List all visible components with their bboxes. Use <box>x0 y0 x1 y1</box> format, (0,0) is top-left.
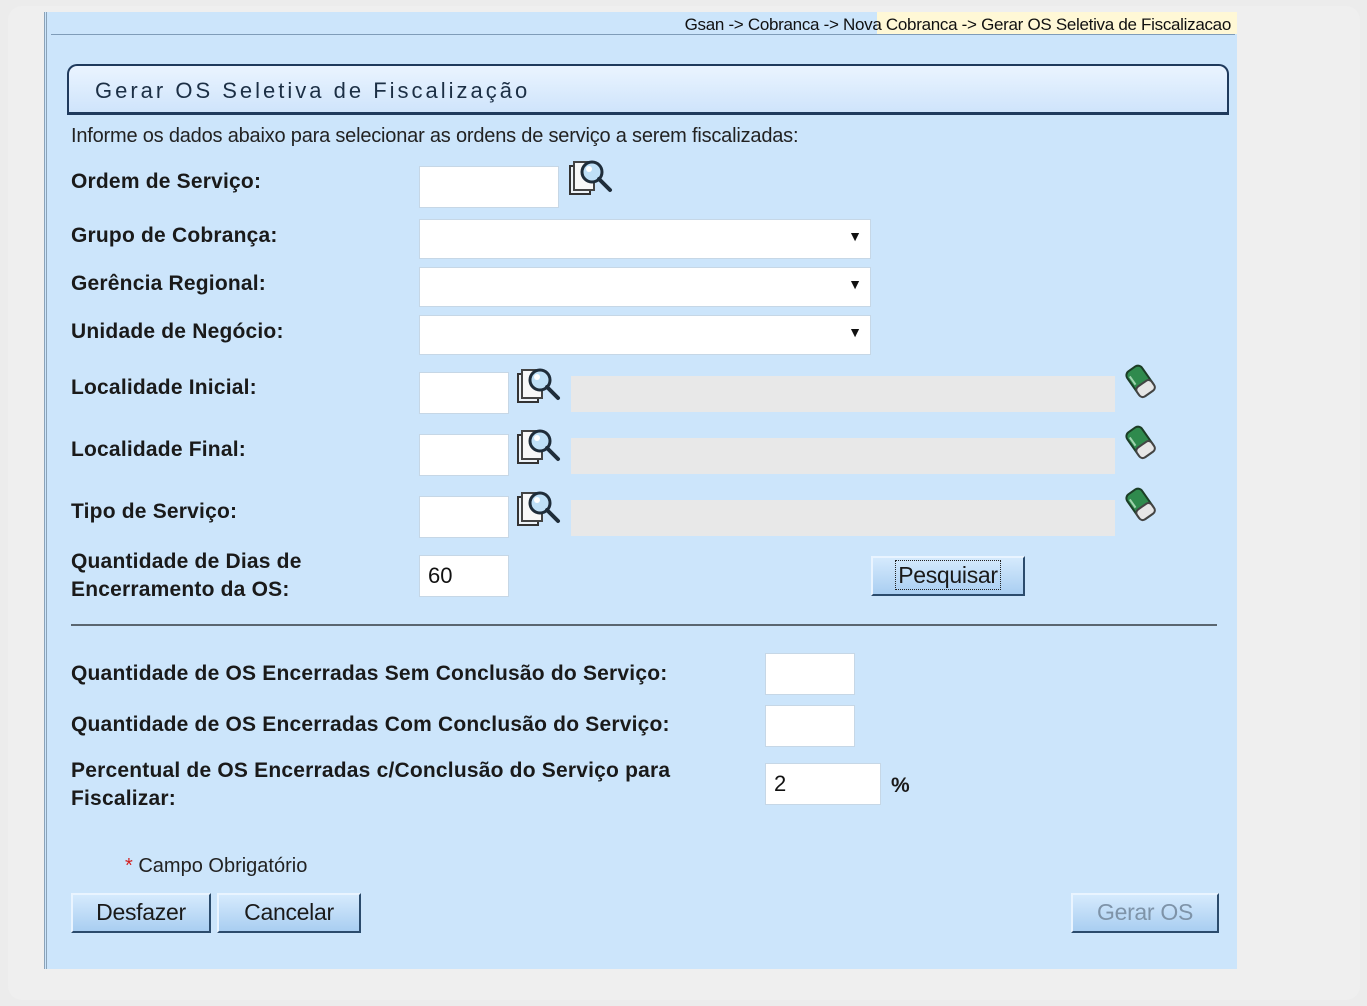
percentual-input[interactable]: 2 <box>765 763 881 805</box>
pesquisar-button[interactable]: Pesquisar <box>871 556 1025 596</box>
window-background: Gsan -> Cobranca -> Nova Cobranca -> Ger… <box>8 6 1360 1000</box>
localidade-final-eraser-icon[interactable] <box>1123 423 1159 463</box>
tipo-servico-search-icon[interactable] <box>515 485 561 531</box>
required-note: * Campo Obrigatório <box>125 855 307 878</box>
gerar-os-button[interactable]: Gerar OS <box>1071 893 1219 933</box>
chevron-down-icon: ▼ <box>848 276 862 292</box>
unidade-negocio-select[interactable]: ▼ <box>419 315 871 355</box>
gerencia-regional-label: Gerência Regional: <box>71 272 266 295</box>
percentual-label: Percentual de OS Encerradas c/Conclusão … <box>71 757 670 813</box>
percentual-label-line1: Percentual de OS Encerradas c/Conclusão … <box>71 759 671 782</box>
ordem-servico-search-icon[interactable] <box>567 154 613 200</box>
localidade-final-label: Localidade Final: <box>71 438 246 461</box>
localidade-inicial-eraser-icon[interactable] <box>1123 362 1159 402</box>
chevron-down-icon: ▼ <box>848 324 862 340</box>
tipo-servico-description <box>571 500 1115 536</box>
dias-encerramento-label: Quantidade de Dias de Encerramento da OS… <box>71 548 302 604</box>
qtd-com-conclusao-label: Quantidade de OS Encerradas Com Conclusã… <box>71 713 670 736</box>
dias-encerramento-label-line1: Quantidade de Dias de <box>71 550 302 573</box>
intro-text: Informe os dados abaixo para selecionar … <box>71 125 799 147</box>
localidade-inicial-input[interactable] <box>419 372 509 414</box>
tipo-servico-label: Tipo de Serviço: <box>71 500 238 523</box>
localidade-final-search-icon[interactable] <box>515 423 561 469</box>
cancelar-button[interactable]: Cancelar <box>217 893 361 933</box>
percent-unit: % <box>891 774 910 797</box>
ordem-servico-input[interactable] <box>419 166 559 208</box>
localidade-final-description <box>571 438 1115 474</box>
breadcrumb: Gsan -> Cobranca -> Nova Cobranca -> Ger… <box>684 15 1232 34</box>
grupo-cobranca-label: Grupo de Cobrança: <box>71 224 278 247</box>
pesquisar-button-label: Pesquisar <box>895 560 1001 590</box>
localidade-inicial-label: Localidade Inicial: <box>71 376 257 399</box>
percentual-label-line2: Fiscalizar: <box>71 787 176 810</box>
localidade-inicial-description <box>571 376 1115 412</box>
ordem-servico-label: Ordem de Serviço: <box>71 170 262 193</box>
localidade-inicial-search-icon[interactable] <box>515 362 561 408</box>
tipo-servico-input[interactable] <box>419 496 509 538</box>
required-note-text: Campo Obrigatório <box>132 855 308 877</box>
gerencia-regional-select[interactable]: ▼ <box>419 267 871 307</box>
section-divider <box>71 624 1217 626</box>
required-star: * <box>125 855 133 877</box>
desfazer-button[interactable]: Desfazer <box>71 893 211 933</box>
chevron-down-icon: ▼ <box>848 228 862 244</box>
qtd-sem-conclusao-label: Quantidade de OS Encerradas Sem Conclusã… <box>71 662 668 685</box>
localidade-final-input[interactable] <box>419 434 509 476</box>
form-title-tab: Gerar OS Seletiva de Fiscalização <box>67 64 1229 115</box>
qtd-sem-conclusao-input[interactable] <box>765 653 855 695</box>
breadcrumb-divider <box>51 34 1235 35</box>
unidade-negocio-label: Unidade de Negócio: <box>71 320 284 343</box>
grupo-cobranca-select[interactable]: ▼ <box>419 219 871 259</box>
tipo-servico-eraser-icon[interactable] <box>1123 485 1159 525</box>
form-title: Gerar OS Seletiva de Fiscalização <box>95 78 531 103</box>
form-panel: Gsan -> Cobranca -> Nova Cobranca -> Ger… <box>44 12 1237 969</box>
dias-encerramento-input[interactable]: 60 <box>419 555 509 597</box>
qtd-com-conclusao-input[interactable] <box>765 705 855 747</box>
dias-encerramento-label-line2: Encerramento da OS: <box>71 578 290 601</box>
